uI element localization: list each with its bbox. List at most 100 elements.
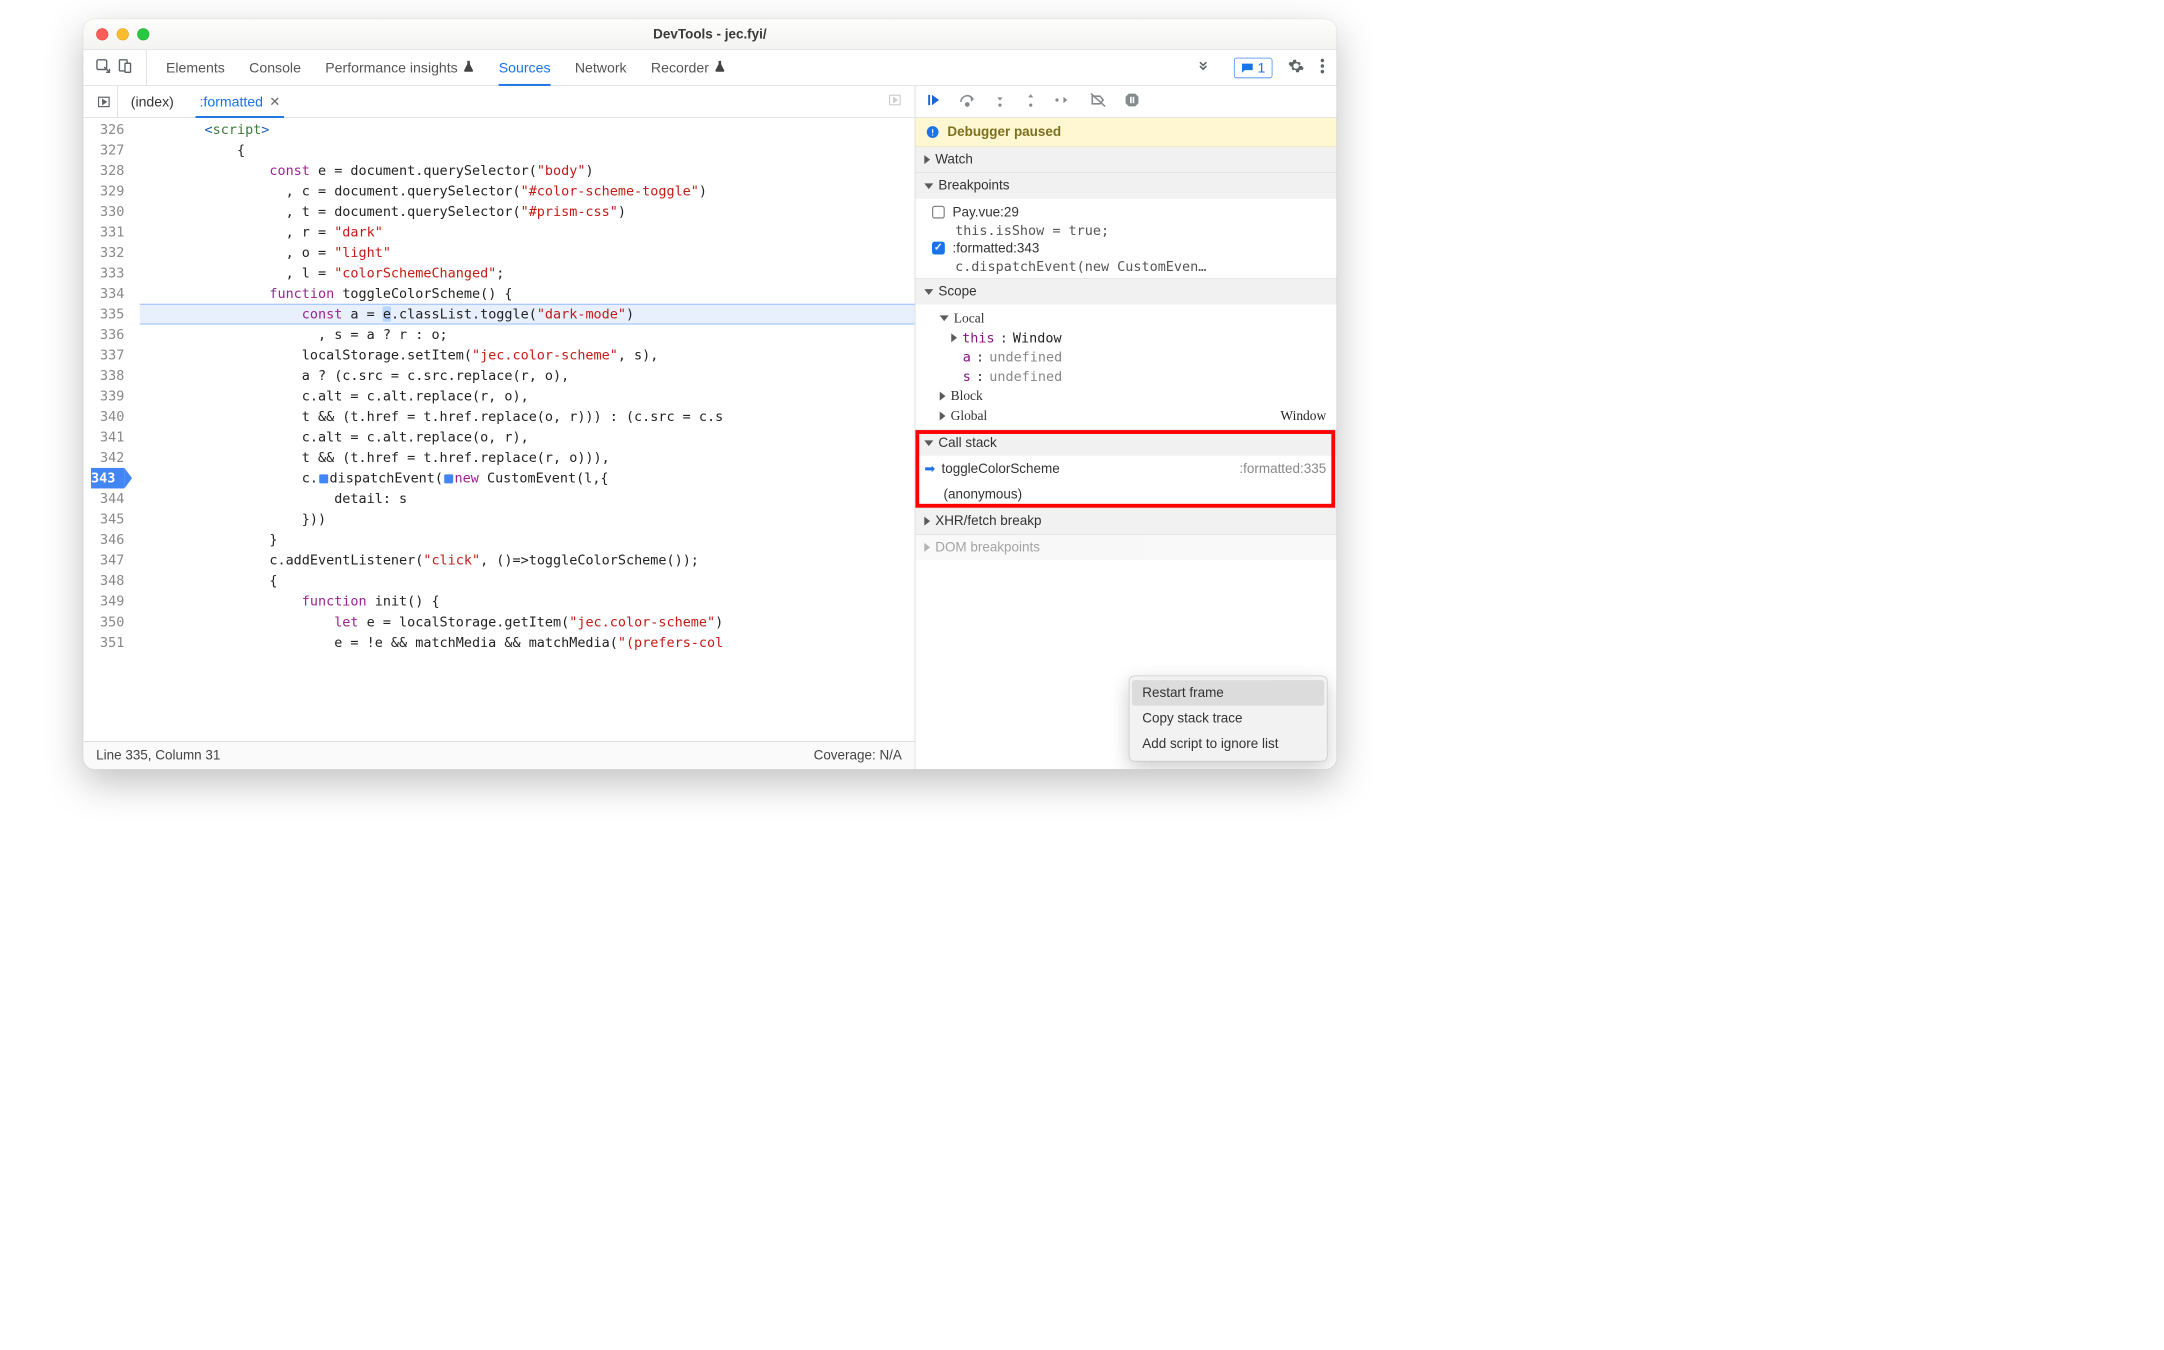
code-line[interactable]: { xyxy=(140,140,915,161)
code-line[interactable]: { xyxy=(140,570,915,591)
close-icon[interactable]: ✕ xyxy=(269,94,280,110)
scope-variable[interactable]: a: undefined xyxy=(932,347,1336,366)
line-number[interactable]: 339 xyxy=(91,386,124,407)
file-tab[interactable]: (index) xyxy=(118,86,187,117)
line-number[interactable]: 341 xyxy=(91,427,124,448)
resume-script-icon[interactable] xyxy=(926,92,941,111)
code-line[interactable]: detail: s xyxy=(140,488,915,509)
breakpoint-checkbox[interactable] xyxy=(932,206,945,219)
code-line[interactable]: , t = document.querySelector("#prism-css… xyxy=(140,201,915,222)
code-line[interactable]: let e = localStorage.getItem("jec.color-… xyxy=(140,612,915,633)
line-number[interactable]: 347 xyxy=(91,550,124,571)
line-number[interactable]: 327 xyxy=(91,140,124,161)
line-number[interactable]: 338 xyxy=(91,365,124,386)
callstack-frame[interactable]: ➡toggleColorScheme:formatted:335 xyxy=(915,456,1336,482)
xhr-section-header[interactable]: XHR/fetch breakp xyxy=(915,508,1336,534)
scope-section-header[interactable]: Scope xyxy=(915,279,1336,305)
step-into-icon[interactable] xyxy=(994,92,1007,111)
deactivate-breakpoints-icon[interactable] xyxy=(1090,92,1107,111)
line-number[interactable]: 340 xyxy=(91,406,124,427)
scope-variable[interactable]: s: undefined xyxy=(932,367,1336,386)
line-number[interactable]: 348 xyxy=(91,570,124,591)
step-over-icon[interactable] xyxy=(959,93,976,111)
code-line[interactable]: , l = "colorSchemeChanged"; xyxy=(140,263,915,284)
code-editor[interactable]: 3263273283293303313323333343353363373383… xyxy=(83,118,914,741)
code-line[interactable]: a ? (c.src = c.src.replace(r, o), xyxy=(140,365,915,386)
scope-local[interactable]: Local xyxy=(932,308,1336,328)
code-line[interactable]: <script> xyxy=(140,119,915,140)
messages-badge[interactable]: 1 xyxy=(1234,57,1273,78)
line-number[interactable]: 326 xyxy=(91,119,124,140)
more-tabs-icon[interactable] xyxy=(1185,58,1221,77)
code-line[interactable]: const a = e.classList.toggle("dark-mode"… xyxy=(140,304,915,325)
code-line[interactable]: , o = "light" xyxy=(140,242,915,263)
breakpoint-item[interactable]: :formatted:343 xyxy=(932,238,1336,259)
step-icon[interactable] xyxy=(1055,93,1072,110)
dom-section-header[interactable]: DOM breakpoints xyxy=(915,535,1336,561)
kebab-icon[interactable] xyxy=(1320,57,1325,78)
file-tab[interactable]: :formatted✕ xyxy=(187,86,293,117)
code-line[interactable]: t && (t.href = t.href.replace(o, r))) : … xyxy=(140,406,915,427)
window-close-button[interactable] xyxy=(96,28,108,40)
run-snippet-icon[interactable] xyxy=(888,93,902,111)
line-number[interactable]: 343 xyxy=(91,468,124,489)
callstack-frame[interactable]: (anonymous) xyxy=(915,482,1336,508)
line-number[interactable]: 342 xyxy=(91,447,124,468)
tab-performance-insights[interactable]: Performance insights xyxy=(325,50,474,85)
line-number[interactable]: 337 xyxy=(91,345,124,366)
code-line[interactable]: })) xyxy=(140,509,915,530)
scope-block[interactable]: Block xyxy=(932,386,1336,406)
breakpoint-item[interactable]: Pay.vue:29 xyxy=(932,203,1336,224)
step-out-icon[interactable] xyxy=(1024,92,1037,111)
code-line[interactable]: e = !e && matchMedia && matchMedia("(pre… xyxy=(140,632,915,653)
line-number[interactable]: 330 xyxy=(91,201,124,222)
line-number[interactable]: 351 xyxy=(91,632,124,653)
line-number[interactable]: 336 xyxy=(91,324,124,345)
line-number[interactable]: 350 xyxy=(91,612,124,633)
window-zoom-button[interactable] xyxy=(137,28,149,40)
code-line[interactable]: const e = document.querySelector("body") xyxy=(140,160,915,181)
line-number[interactable]: 344 xyxy=(91,488,124,509)
code-line[interactable]: , s = a ? r : o; xyxy=(140,324,915,345)
line-number[interactable]: 346 xyxy=(91,529,124,550)
tab-network[interactable]: Network xyxy=(575,50,627,85)
files-navigator-toggle[interactable] xyxy=(90,86,118,117)
scope-this[interactable]: this: Window xyxy=(932,328,1336,347)
callstack-section-header[interactable]: Call stack xyxy=(915,430,1336,456)
menu-item[interactable]: Restart frame xyxy=(1132,680,1324,706)
code-line[interactable]: function init() { xyxy=(140,591,915,612)
line-number[interactable]: 334 xyxy=(91,283,124,304)
tab-elements[interactable]: Elements xyxy=(166,50,225,85)
code-line[interactable]: c.alt = c.alt.replace(r, o), xyxy=(140,386,915,407)
device-toggle-icon[interactable] xyxy=(117,57,134,78)
line-number[interactable]: 329 xyxy=(91,181,124,202)
tab-sources[interactable]: Sources xyxy=(499,50,551,85)
menu-item[interactable]: Copy stack trace xyxy=(1129,706,1326,732)
line-number[interactable]: 333 xyxy=(91,263,124,284)
code-line[interactable]: c.addEventListener("click", ()=>toggleCo… xyxy=(140,550,915,571)
line-number[interactable]: 331 xyxy=(91,222,124,243)
breakpoint-checkbox[interactable] xyxy=(932,242,945,255)
line-number[interactable]: 345 xyxy=(91,509,124,530)
code-line[interactable]: c.dispatchEvent(new CustomEvent(l,{ xyxy=(140,468,915,489)
code-line[interactable]: localStorage.setItem("jec.color-scheme",… xyxy=(140,345,915,366)
line-number[interactable]: 349 xyxy=(91,591,124,612)
window-minimize-button[interactable] xyxy=(117,28,129,40)
gear-icon[interactable] xyxy=(1288,57,1305,78)
line-number[interactable]: 328 xyxy=(91,160,124,181)
code-line[interactable]: function toggleColorScheme() { xyxy=(140,283,915,304)
code-line[interactable]: , c = document.querySelector("#color-sch… xyxy=(140,181,915,202)
line-number[interactable]: 332 xyxy=(91,242,124,263)
code-line[interactable]: } xyxy=(140,529,915,550)
code-line[interactable]: c.alt = c.alt.replace(o, r), xyxy=(140,427,915,448)
tab-console[interactable]: Console xyxy=(249,50,301,85)
inspect-element-icon[interactable] xyxy=(95,57,112,78)
line-number[interactable]: 335 xyxy=(91,304,124,325)
breakpoints-section-header[interactable]: Breakpoints xyxy=(915,173,1336,199)
tab-recorder[interactable]: Recorder xyxy=(651,50,726,85)
pause-exceptions-icon[interactable] xyxy=(1124,92,1139,111)
scope-global[interactable]: GlobalWindow xyxy=(932,406,1336,426)
watch-section-header[interactable]: Watch xyxy=(915,147,1336,173)
code-line[interactable]: , r = "dark" xyxy=(140,222,915,243)
code-line[interactable]: t && (t.href = t.href.replace(r, o))), xyxy=(140,447,915,468)
